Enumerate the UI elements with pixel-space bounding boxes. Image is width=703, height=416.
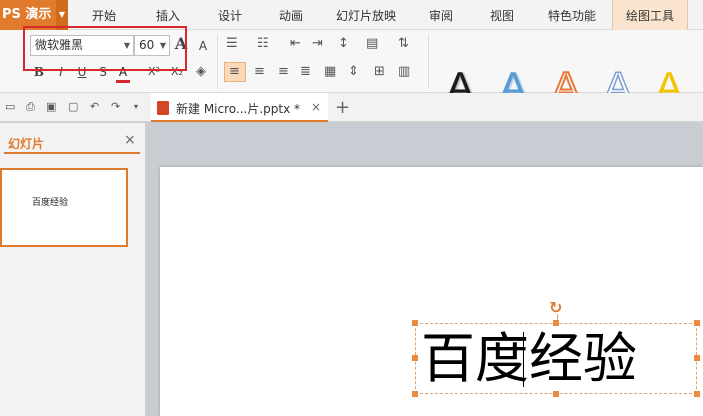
align-center-icon[interactable]: ≡ bbox=[254, 64, 265, 79]
document-tab[interactable]: 新建 Micro...片.pptx * × bbox=[151, 93, 328, 122]
menu-item-special-features[interactable]: 特色功能 bbox=[548, 0, 596, 30]
slide-text-content[interactable]: 百度经验 bbox=[421, 328, 637, 390]
panel-tab-underline bbox=[4, 152, 140, 154]
shrink-font-button[interactable]: A bbox=[196, 38, 210, 56]
slide-thumbnail[interactable]: 百度经验 bbox=[0, 168, 128, 247]
text-caret bbox=[523, 332, 524, 387]
text-direction-icon[interactable]: ⇅ bbox=[398, 36, 409, 51]
menu-item-design[interactable]: 设计 bbox=[218, 0, 242, 30]
menu-item-view[interactable]: 视图 bbox=[490, 0, 514, 30]
columns-icon[interactable]: ▤ bbox=[366, 36, 378, 51]
slides-panel: 幻灯片 × 百度经验 bbox=[0, 123, 146, 416]
close-panel-icon[interactable]: × bbox=[124, 132, 136, 148]
line-spacing-icon[interactable]: ↕ bbox=[338, 36, 349, 51]
align-right-icon[interactable]: ≡ bbox=[278, 64, 289, 79]
numbered-list-icon[interactable]: ☷ bbox=[257, 36, 269, 51]
clear-format-icon[interactable]: ◈ bbox=[196, 64, 206, 79]
document-tab-title: 新建 Micro...片.pptx * bbox=[176, 102, 301, 116]
menu-item-slideshow[interactable]: 幻灯片放映 bbox=[336, 0, 396, 30]
undo-icon[interactable]: ↶ bbox=[90, 101, 102, 113]
print-preview-icon[interactable]: ▣ bbox=[46, 101, 58, 113]
distribute-icon[interactable]: ▦ bbox=[324, 64, 336, 79]
resize-handle-top-right[interactable] bbox=[694, 320, 700, 326]
new-file-icon[interactable]: ▭ bbox=[5, 101, 17, 113]
more-icon[interactable]: ▾ bbox=[134, 101, 146, 113]
slides-panel-title[interactable]: 幻灯片 bbox=[8, 135, 44, 152]
resize-handle-middle-left[interactable] bbox=[412, 355, 418, 361]
new-tab-button[interactable]: + bbox=[335, 97, 350, 118]
resize-handle-bottom-right[interactable] bbox=[694, 391, 700, 397]
font-highlight-box bbox=[23, 26, 187, 71]
bullet-list-icon[interactable]: ☰ bbox=[226, 36, 238, 51]
close-tab-icon[interactable]: × bbox=[311, 100, 321, 114]
menu-item-animation[interactable]: 动画 bbox=[279, 0, 303, 30]
resize-handle-bottom-left[interactable] bbox=[412, 391, 418, 397]
paragraph-settings-icon[interactable]: ▥ bbox=[398, 64, 410, 79]
justify-icon[interactable]: ≣ bbox=[300, 64, 311, 79]
vertical-align-icon[interactable]: ⊞ bbox=[374, 64, 385, 79]
document-tab-strip: ▭ ⎙ ▣ ▢ ↶ ↷ ▾ 新建 Micro...片.pptx * × + bbox=[0, 93, 703, 122]
slide-thumbnail-text: 百度经验 bbox=[32, 198, 69, 208]
redo-icon[interactable]: ↷ bbox=[111, 101, 123, 113]
rotate-handle-icon[interactable]: ↻ bbox=[549, 298, 562, 317]
print-icon[interactable]: ⎙ bbox=[26, 101, 38, 113]
align-left-icon: ≡ bbox=[229, 64, 240, 79]
export-icon[interactable]: ▢ bbox=[68, 101, 80, 113]
resize-handle-bottom-center[interactable] bbox=[553, 391, 559, 397]
increase-indent-icon[interactable]: ⇥ bbox=[312, 36, 323, 51]
slide-text-after-caret: 经验 bbox=[529, 327, 637, 390]
menu-item-drawing-tools[interactable]: 绘图工具 bbox=[612, 0, 688, 30]
ribbon-divider bbox=[428, 34, 429, 89]
slide-text-before-caret: 百度 bbox=[421, 327, 529, 390]
resize-handle-middle-right[interactable] bbox=[694, 355, 700, 361]
resize-handle-top-left[interactable] bbox=[412, 320, 418, 326]
ribbon-divider bbox=[217, 34, 218, 89]
resize-handle-top-center[interactable] bbox=[553, 320, 559, 326]
align-text-icon[interactable]: ⇕ bbox=[348, 64, 359, 79]
pptx-file-icon bbox=[157, 101, 169, 115]
decrease-indent-icon[interactable]: ⇤ bbox=[290, 36, 301, 51]
menu-item-review[interactable]: 审阅 bbox=[429, 0, 453, 30]
